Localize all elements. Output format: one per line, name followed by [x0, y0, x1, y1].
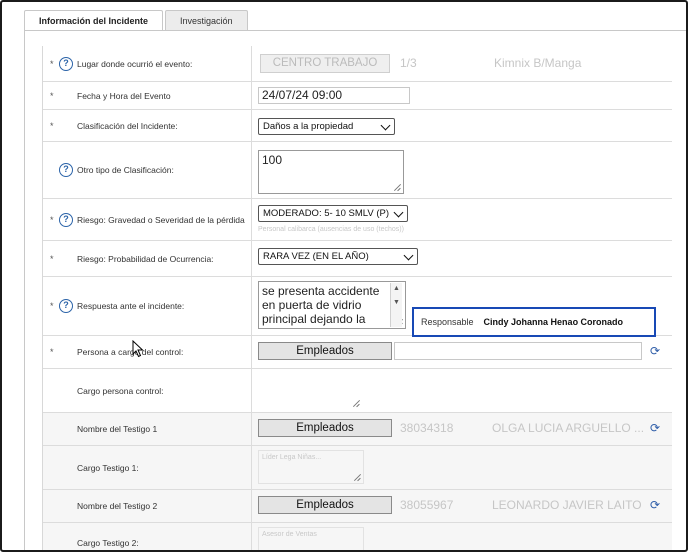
row-probabilidad: * Riesgo: Probabilidad de Ocurrencia: RA… — [43, 241, 672, 277]
row-clasificacion: * Clasificación del Incidente: Daños a l… — [43, 110, 672, 142]
incident-form: * ? Lugar donde ocurrió el evento: CENTR… — [42, 46, 672, 550]
clasificacion-label: Clasificación del Incidente: — [77, 120, 178, 131]
cargo-testigo-2-label: Cargo Testigo 2: — [77, 537, 139, 548]
cargo-testigo-1-label: Cargo Testigo 1: — [77, 462, 139, 473]
persona-control-field[interactable] — [394, 342, 642, 360]
help-icon[interactable]: ? — [59, 56, 73, 71]
resize-handle-icon[interactable] — [353, 473, 361, 481]
otro-tipo-textarea[interactable]: 100 — [258, 150, 404, 194]
cargo-persona-label: Cargo persona control: — [77, 385, 164, 396]
cargo-testigo-1-textarea[interactable]: Líder Lega Niñas... — [258, 450, 364, 484]
required-marker: * — [50, 253, 54, 264]
help-icon[interactable]: ? — [59, 299, 73, 313]
testigo-2-name: LEONARDO JAVIER LAITO — [492, 498, 642, 512]
row-cargo-testigo-2: Cargo Testigo 2: Asesor de Ventas — [43, 523, 672, 550]
gravedad-select[interactable]: MODERADO: 5- 10 SMLV (P) — [258, 205, 408, 222]
row-cargo-persona: Cargo persona control: — [43, 369, 672, 413]
row-otro-tipo: ? Otro tipo de Clasificación: 100 — [43, 142, 672, 199]
cargo-persona-textarea[interactable] — [258, 373, 362, 409]
scroll-down-icon[interactable]: ▼ — [393, 299, 400, 306]
empleados-button[interactable]: Empleados — [258, 342, 392, 360]
lugar-code: 1/3 — [400, 56, 417, 70]
row-lugar: * ? Lugar donde ocurrió el evento: CENTR… — [43, 46, 672, 82]
help-icon[interactable]: ? — [59, 212, 73, 227]
testigo-1-name: OLGA LUCIA ARGUELLO ... — [492, 421, 645, 435]
mouse-cursor-icon — [132, 340, 144, 358]
row-testigo-1: Nombre del Testigo 1 Empleados 38034318 … — [43, 413, 672, 446]
required-marker: * — [50, 120, 54, 131]
row-gravedad: * ? Riesgo: Gravedad o Severidad de la p… — [43, 199, 672, 241]
refresh-icon[interactable]: ⟳ — [650, 345, 662, 357]
responsable-name: Cindy Johanna Henao Coronado — [483, 317, 624, 327]
resize-handle-icon[interactable] — [352, 399, 360, 407]
cargo-testigo-2-textarea[interactable]: Asesor de Ventas — [258, 527, 364, 550]
clasificacion-select[interactable]: Daños a la propiedad — [258, 118, 395, 135]
probabilidad-select[interactable]: RARA VEZ (EN EL AÑO) — [258, 248, 418, 265]
browser-frame: Información del Incidente Investigación … — [0, 0, 688, 552]
persona-control-label: Persona a cargo del control: — [77, 347, 184, 357]
resize-handle-icon[interactable] — [393, 183, 401, 191]
otro-tipo-label: Otro tipo de Clasificación: — [77, 165, 174, 175]
empleados-button[interactable]: Empleados — [258, 419, 392, 437]
tab-investigacion[interactable]: Investigación — [165, 10, 248, 30]
row-testigo-2: Nombre del Testigo 2 Empleados 38055967 … — [43, 490, 672, 523]
required-marker: * — [50, 90, 54, 101]
required-marker: * — [50, 347, 54, 357]
respuesta-textarea[interactable]: se presenta accidente en puerta de vidri… — [258, 281, 406, 329]
testigo-2-label: Nombre del Testigo 2 — [77, 501, 158, 511]
testigo-2-id: 38055967 — [400, 498, 454, 512]
gravedad-hint: Personal calibarca (ausencias de uso (te… — [258, 226, 404, 233]
tab-informacion-incidente[interactable]: Información del Incidente — [24, 10, 164, 31]
required-marker: * — [50, 214, 54, 225]
testigo-1-label: Nombre del Testigo 1 — [77, 424, 158, 434]
fecha-input[interactable]: 24/07/24 09:00 — [258, 87, 410, 104]
refresh-icon[interactable]: ⟳ — [650, 499, 662, 511]
respuesta-label: Respuesta ante el incidente: — [77, 301, 185, 311]
tab-bar: Información del Incidente Investigación — [24, 10, 250, 31]
textarea-scrollbar[interactable]: ▲ ▼ — [390, 283, 402, 327]
responsable-label: Responsable — [421, 317, 474, 327]
scroll-up-icon[interactable]: ▲ — [393, 285, 400, 292]
chevron-down-icon — [380, 120, 391, 131]
chevron-down-icon — [393, 207, 404, 218]
chevron-down-icon — [403, 250, 414, 261]
lugar-label: Lugar donde ocurrió el evento: — [77, 58, 193, 69]
gravedad-label: Riesgo: Gravedad o Severidad de la pérdi… — [77, 214, 245, 225]
required-marker: * — [50, 301, 54, 311]
centro-trabajo-button[interactable]: CENTRO TRABAJO — [260, 54, 390, 73]
fecha-label: Fecha y Hora del Evento — [77, 90, 171, 101]
row-cargo-testigo-1: Cargo Testigo 1: Líder Lega Niñas... — [43, 446, 672, 490]
probabilidad-label: Riesgo: Probabilidad de Ocurrencia: — [77, 253, 214, 264]
help-icon[interactable]: ? — [59, 163, 73, 177]
testigo-1-id: 38034318 — [400, 421, 454, 435]
responsable-box: Responsable Cindy Johanna Henao Coronado — [412, 307, 656, 337]
required-marker: * — [50, 58, 54, 69]
row-fecha: * Fecha y Hora del Evento 24/07/24 09:00 — [43, 82, 672, 110]
refresh-icon[interactable]: ⟳ — [650, 422, 662, 434]
empleados-button[interactable]: Empleados — [258, 496, 392, 514]
lugar-place: Kimnix B/Manga — [494, 56, 582, 70]
